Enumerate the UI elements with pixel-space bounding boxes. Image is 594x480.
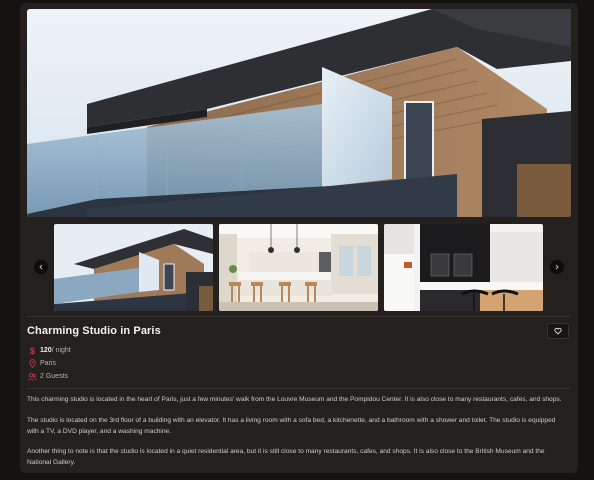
location-row: Paris <box>28 359 56 368</box>
carousel-prev-button[interactable] <box>34 260 48 274</box>
price-unit: / night <box>51 347 71 354</box>
users-icon <box>28 372 37 381</box>
price-value: 120 <box>40 347 52 354</box>
favorite-button[interactable] <box>547 323 569 339</box>
listing-title: Charming Studio in Paris <box>27 325 161 337</box>
description-paragraph: Another thing to note is that the studio… <box>27 448 545 466</box>
description-paragraph: The studio is located on the 3rd floor o… <box>27 417 556 435</box>
price-row: $ 120 / night <box>28 346 71 355</box>
divider <box>27 316 571 317</box>
divider <box>27 388 571 389</box>
carousel-next-button[interactable] <box>550 260 564 274</box>
thumbnail-interior[interactable] <box>384 224 543 311</box>
thumbnail-carousel <box>27 223 571 313</box>
map-pin-icon <box>28 359 37 368</box>
location-text: Paris <box>40 360 56 367</box>
description-paragraph: This charming studio is located in the h… <box>27 396 562 403</box>
hero-image <box>27 9 571 217</box>
thumbnail-kitchen[interactable] <box>219 224 378 311</box>
guests-text: 2 Guests <box>40 373 69 380</box>
listing-card: Charming Studio in Paris $ 120 / night P… <box>20 3 578 473</box>
guests-row: 2 Guests <box>28 372 68 381</box>
chevron-right-icon <box>555 264 559 270</box>
dollar-icon: $ <box>28 346 37 355</box>
thumbnail-exterior[interactable] <box>54 224 213 311</box>
svg-text:$: $ <box>30 346 35 355</box>
heart-icon <box>554 327 562 335</box>
chevron-left-icon <box>39 264 43 270</box>
